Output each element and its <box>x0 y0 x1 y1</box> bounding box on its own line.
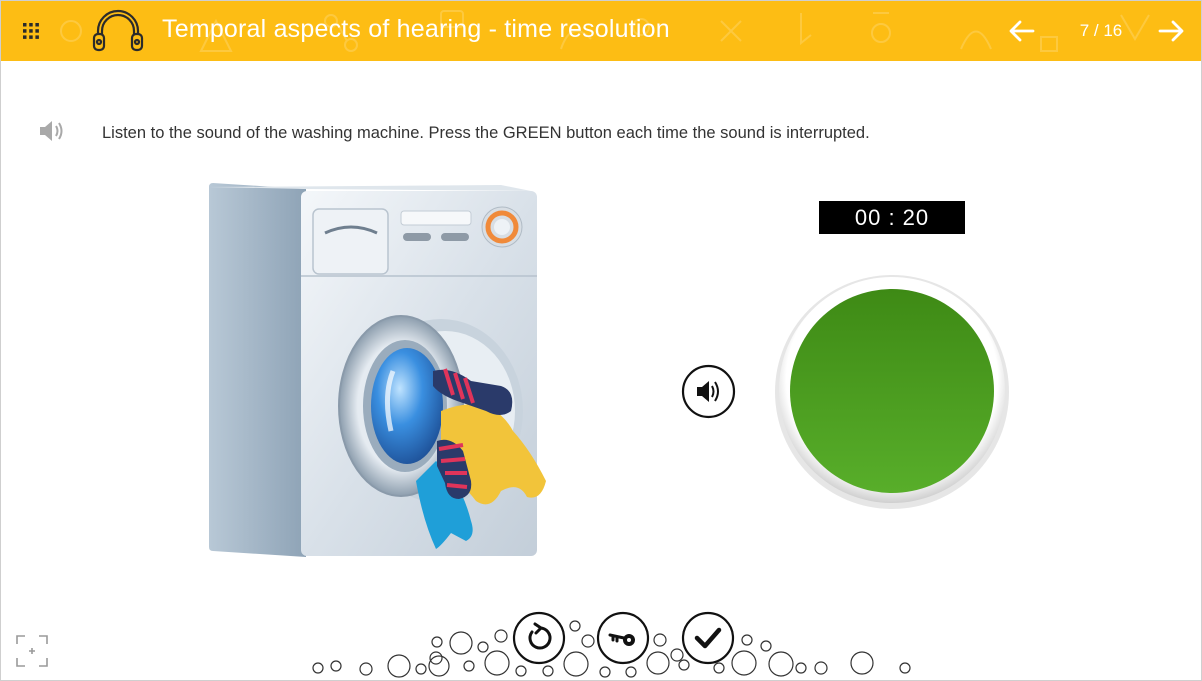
reset-button[interactable] <box>512 611 566 665</box>
speaker-icon <box>40 121 63 141</box>
speaker-icon <box>681 364 736 419</box>
key-icon <box>596 611 650 665</box>
countdown-timer: 00 : 20 <box>819 201 965 234</box>
fullscreen-button[interactable] <box>15 634 49 668</box>
grid-dots-icon <box>23 23 39 39</box>
arrow-left-icon <box>1009 20 1035 42</box>
green-response-button[interactable] <box>773 273 1011 511</box>
menu-button[interactable] <box>20 20 42 42</box>
fullscreen-icon <box>16 635 48 667</box>
arrow-right-icon <box>1158 20 1184 42</box>
instruction-text: Listen to the sound of the washing machi… <box>102 124 870 142</box>
instruction-audio-button[interactable] <box>37 117 67 145</box>
previous-page-button[interactable] <box>1006 15 1038 47</box>
reset-icon <box>512 611 566 665</box>
page-indicator: 7 / 16 <box>1079 21 1123 40</box>
show-answer-button[interactable] <box>596 611 650 665</box>
app-frame: Temporal aspects of hearing - time resol… <box>0 0 1202 681</box>
page-title: Temporal aspects of hearing - time resol… <box>162 15 670 43</box>
headphones-icon <box>92 9 144 52</box>
play-sound-button[interactable] <box>681 364 736 419</box>
washing-machine-illustration <box>209 183 546 557</box>
header-bar: Temporal aspects of hearing - time resol… <box>1 1 1201 61</box>
check-icon <box>681 611 735 665</box>
next-page-button[interactable] <box>1155 15 1187 47</box>
check-answer-button[interactable] <box>681 611 735 665</box>
